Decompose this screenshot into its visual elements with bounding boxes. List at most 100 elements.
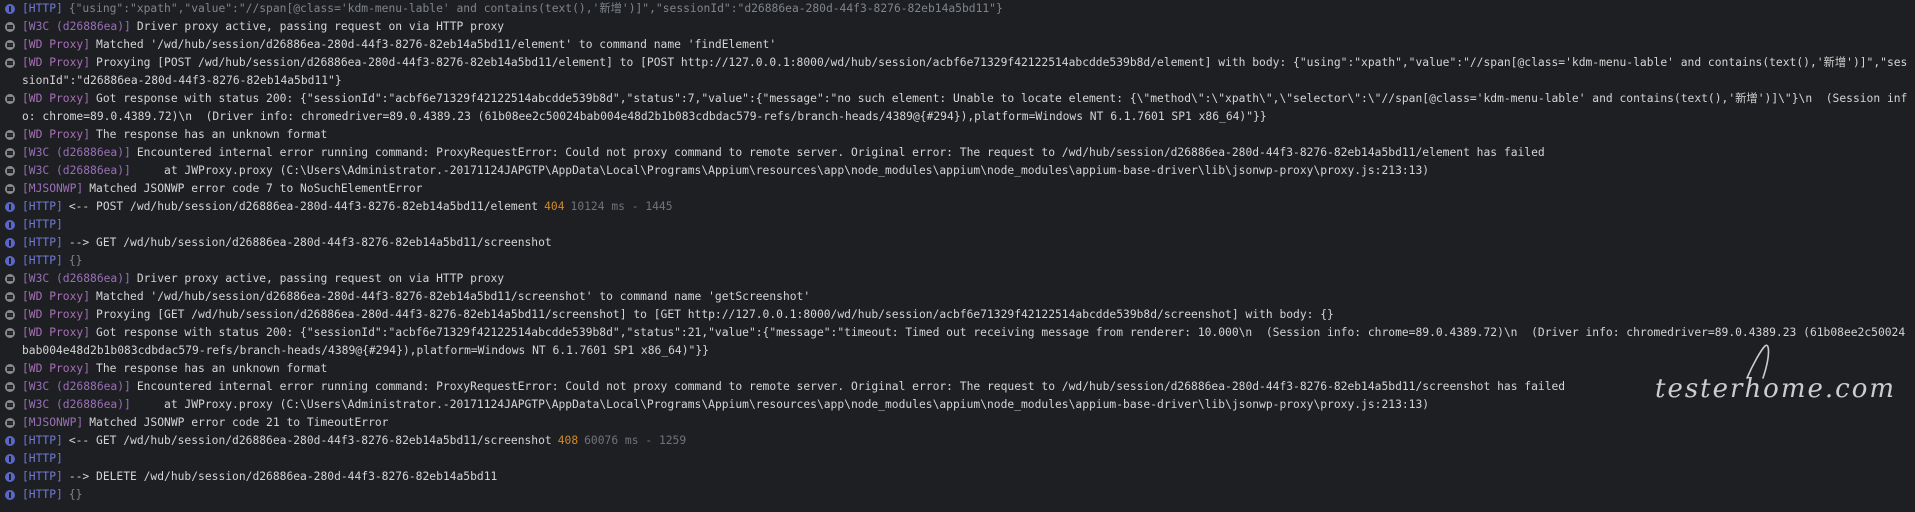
log-line: [W3C (d26886ea)] Driver proxy active, pas… [0,18,1915,36]
log-message: at JWProxy.proxy (C:\Users\Administrator… [136,398,1430,411]
log-prefix: [HTTP] [22,200,63,213]
log-prefix: [HTTP] [22,488,63,501]
debug-icon [5,274,15,284]
log-line: [HTTP] {} [0,486,1915,504]
log-line: [WD Proxy] Got response with status 200: … [0,324,1915,360]
response-timing: 60076 ms - 1259 [584,434,687,447]
info-icon [5,202,15,212]
log-message: The response has an unknown format [96,128,328,141]
debug-icon [5,94,15,104]
response-timing: 10124 ms - 1445 [570,200,673,213]
log-prefix: [W3C (d26886ea)] [22,146,131,159]
log-prefix: [WD Proxy] [22,128,91,141]
debug-icon [5,310,15,320]
log-prefix: [WD Proxy] [22,326,91,339]
log-message: The response has an unknown format [96,362,328,375]
log-prefix: [WD Proxy] [22,56,91,69]
debug-icon [5,22,15,32]
log-message: at JWProxy.proxy (C:\Users\Administrator… [136,164,1430,177]
info-icon [5,454,15,464]
log-line: [HTTP] {"using":"xpath","value":"//span[@… [0,0,1915,18]
log-line: [W3C (d26886ea)] Encountered internal err… [0,378,1915,396]
log-line: [HTTP] [0,216,1915,234]
log-prefix: [W3C (d26886ea)] [22,20,131,33]
http-status-code: 408 [557,434,579,447]
log-line: [W3C (d26886ea)] at JWProxy.proxy (C:\Us… [0,396,1915,414]
log-message: {"using":"xpath","value":"//span[@class=… [68,2,1003,15]
log-prefix: [HTTP] [22,434,63,447]
debug-icon [5,130,15,140]
log-line: [WD Proxy] Proxying [POST /wd/hub/session… [0,54,1915,90]
log-message: Matched '/wd/hub/session/d26886ea-280d-4… [96,38,777,51]
debug-icon [5,148,15,158]
log-line: [WD Proxy] Got response with status 200: … [0,90,1915,126]
info-icon [5,256,15,266]
debug-icon [5,364,15,374]
log-line: [WD Proxy] The response has an unknown fo… [0,360,1915,378]
log-line: [WD Proxy] The response has an unknown fo… [0,126,1915,144]
log-message: Matched JSONWP error code 7 to NoSuchEle… [89,182,423,195]
log-message: Encountered internal error running comma… [136,380,1566,393]
log-message: Driver proxy active, passing request on … [136,20,505,33]
log-prefix: [WD Proxy] [22,362,91,375]
info-icon [5,472,15,482]
log-console[interactable]: [HTTP] {"using":"xpath","value":"//span[@… [0,0,1915,512]
info-icon [5,436,15,446]
log-message: Encountered internal error running comma… [136,146,1545,159]
debug-icon [5,184,15,194]
debug-icon [5,382,15,392]
log-line: [HTTP] <-- POST /wd/hub/session/d26886ea-… [0,198,1915,216]
log-message: {} [68,488,83,501]
debug-icon [5,292,15,302]
log-line: [WD Proxy] Proxying [GET /wd/hub/session/… [0,306,1915,324]
debug-icon [5,418,15,428]
log-message: Matched JSONWP error code 21 to TimeoutE… [89,416,389,429]
log-prefix: [HTTP] [22,470,63,483]
log-line: [HTTP] <-- GET /wd/hub/session/d26886ea-2… [0,432,1915,450]
debug-icon [5,400,15,410]
info-icon [5,220,15,230]
debug-icon [5,328,15,338]
log-prefix: [WD Proxy] [22,290,91,303]
log-message: --> GET /wd/hub/session/d26886ea-280d-44… [68,236,552,249]
log-line: [MJSONWP] Matched JSONWP error code 21 to… [0,414,1915,432]
log-prefix: [W3C (d26886ea)] [22,272,131,285]
log-line: [WD Proxy] Matched '/wd/hub/session/d2688… [0,36,1915,54]
log-list: [HTTP] {"using":"xpath","value":"//span[@… [0,0,1915,504]
log-message: <-- POST /wd/hub/session/d26886ea-280d-4… [68,200,539,213]
log-prefix: [W3C (d26886ea)] [22,380,131,393]
log-line: [W3C (d26886ea)] Driver proxy active, pas… [0,270,1915,288]
info-icon [5,4,15,14]
log-prefix: [HTTP] [22,452,63,465]
log-prefix: [W3C (d26886ea)] [22,164,131,177]
log-message: {} [68,254,83,267]
debug-icon [5,166,15,176]
log-prefix: [HTTP] [22,2,63,15]
log-message: Matched '/wd/hub/session/d26886ea-280d-4… [96,290,811,303]
log-prefix: [WD Proxy] [22,38,91,51]
log-line: [W3C (d26886ea)] Encountered internal err… [0,144,1915,162]
log-message: Proxying [POST /wd/hub/session/d26886ea-… [22,56,1908,87]
log-prefix: [MJSONWP] [22,416,84,429]
log-line: [MJSONWP] Matched JSONWP error code 7 to … [0,180,1915,198]
info-icon [5,238,15,248]
log-prefix: [HTTP] [22,236,63,249]
log-message: Got response with status 200: {"sessionI… [22,92,1908,123]
log-message: Driver proxy active, passing request on … [136,272,505,285]
log-line: [HTTP] --> GET /wd/hub/session/d26886ea-2… [0,234,1915,252]
log-line: [W3C (d26886ea)] at JWProxy.proxy (C:\Us… [0,162,1915,180]
log-prefix: [HTTP] [22,218,63,231]
log-message: <-- GET /wd/hub/session/d26886ea-280d-44… [68,434,552,447]
log-line: [WD Proxy] Matched '/wd/hub/session/d2688… [0,288,1915,306]
log-line: [HTTP] [0,450,1915,468]
log-message: Got response with status 200: {"sessionI… [22,326,1906,357]
info-icon [5,490,15,500]
log-prefix: [WD Proxy] [22,92,91,105]
debug-icon [5,40,15,50]
log-prefix: [MJSONWP] [22,182,84,195]
log-prefix: [WD Proxy] [22,308,91,321]
debug-icon [5,58,15,68]
log-message: --> DELETE /wd/hub/session/d26886ea-280d… [68,470,498,483]
log-line: [HTTP] {} [0,252,1915,270]
http-status-code: 404 [544,200,565,213]
